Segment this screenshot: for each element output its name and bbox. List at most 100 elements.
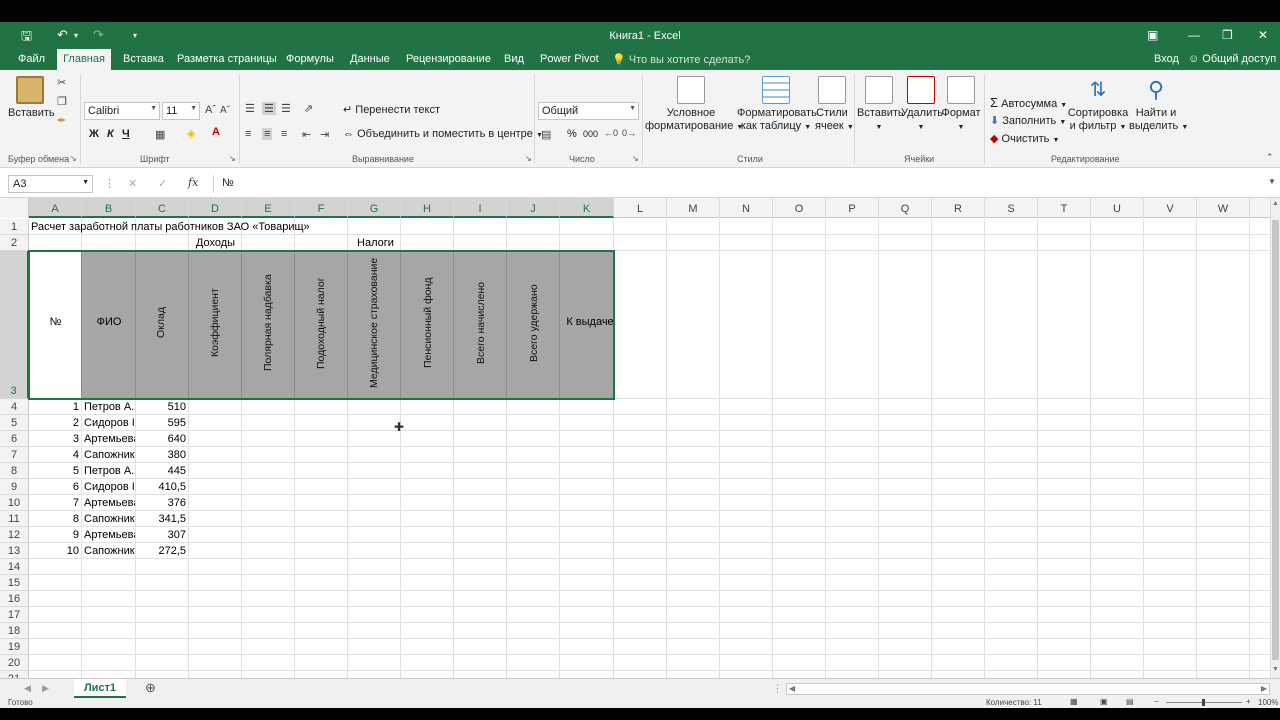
salary-cell[interactable]: 376 bbox=[136, 495, 189, 511]
row-header[interactable]: 11 bbox=[0, 511, 29, 527]
fio-cell[interactable]: Петров А. bbox=[84, 399, 135, 415]
name-box[interactable]: A3 ▼ bbox=[8, 175, 93, 193]
column-header[interactable]: C bbox=[136, 198, 189, 218]
clear-button[interactable]: ◆ Очистить ▼ bbox=[990, 132, 1059, 145]
bold-button[interactable]: Ж bbox=[89, 128, 99, 140]
normal-view-icon[interactable]: ▦ bbox=[1070, 697, 1078, 706]
column-header[interactable]: M bbox=[667, 198, 720, 218]
column-header[interactable]: H bbox=[401, 198, 454, 218]
paste-button[interactable]: Вставить bbox=[8, 76, 55, 120]
font-size-select[interactable]: 11 ▼ bbox=[162, 102, 200, 120]
column-header[interactable]: L bbox=[614, 198, 667, 218]
clipboard-launcher-icon[interactable]: ↘ bbox=[70, 154, 77, 163]
column-header[interactable]: O bbox=[773, 198, 826, 218]
fio-cell[interactable]: Сидоров I bbox=[84, 415, 135, 431]
format-as-table-button[interactable]: Форматировать как таблицу ▼ bbox=[737, 76, 817, 134]
italic-button[interactable]: К bbox=[107, 128, 114, 140]
num-cell[interactable]: 3 bbox=[29, 431, 82, 447]
scroll-thumb[interactable] bbox=[1272, 220, 1279, 660]
prev-sheet-icon[interactable]: ◀ bbox=[24, 683, 31, 694]
ribbon-display-icon[interactable]: ▣ bbox=[1147, 28, 1158, 42]
insert-function-button[interactable]: fx bbox=[188, 176, 198, 189]
column-header[interactable]: F bbox=[295, 198, 348, 218]
increase-font-icon[interactable]: Aˆ bbox=[205, 104, 216, 116]
fio-cell[interactable]: Артемьева bbox=[84, 527, 135, 543]
align-bottom-icon[interactable]: ☰ bbox=[281, 102, 291, 115]
expand-formula-icon[interactable]: ▼ bbox=[1268, 177, 1276, 186]
align-top-icon[interactable]: ☰ bbox=[245, 102, 255, 115]
row-header[interactable]: 7 bbox=[0, 447, 29, 463]
row-header[interactable]: 4 bbox=[0, 399, 29, 415]
tab-insert[interactable]: Вставка bbox=[123, 53, 164, 65]
sheet-title-cell[interactable]: Расчет заработной платы работников ЗАО «… bbox=[31, 219, 310, 235]
column-header[interactable]: R bbox=[932, 198, 985, 218]
column-header[interactable]: N bbox=[720, 198, 773, 218]
maximize-icon[interactable]: ❐ bbox=[1222, 28, 1233, 42]
row-header[interactable]: 3 bbox=[0, 251, 29, 399]
conditional-formatting-button[interactable]: Условное форматирование ▼ bbox=[645, 76, 743, 134]
page-break-icon[interactable]: ▤ bbox=[1126, 697, 1134, 706]
row-header[interactable]: 15 bbox=[0, 575, 29, 591]
percent-button[interactable]: % bbox=[567, 128, 577, 140]
zoom-level[interactable]: 100% bbox=[1258, 698, 1278, 707]
page-layout-icon[interactable]: ▣ bbox=[1100, 697, 1108, 706]
row-header[interactable]: 16 bbox=[0, 591, 29, 607]
fill-button[interactable]: ⬇ Заполнить ▼ bbox=[990, 114, 1066, 127]
row-header[interactable]: 2 bbox=[0, 235, 29, 251]
fio-cell[interactable]: Сапожник bbox=[84, 543, 135, 559]
num-cell[interactable]: 9 bbox=[29, 527, 82, 543]
column-header[interactable]: S bbox=[985, 198, 1038, 218]
column-header[interactable]: E bbox=[242, 198, 295, 218]
num-cell[interactable]: 1 bbox=[29, 399, 82, 415]
insert-cells-button[interactable]: Вставить ▼ bbox=[857, 76, 904, 134]
scroll-down-icon[interactable]: ▼ bbox=[1272, 666, 1279, 673]
tab-formulas[interactable]: Формулы bbox=[286, 53, 334, 65]
collapse-ribbon-icon[interactable]: ⌃ bbox=[1266, 152, 1274, 163]
column-header[interactable]: D bbox=[189, 198, 242, 218]
row-header[interactable]: 12 bbox=[0, 527, 29, 543]
decrease-indent-icon[interactable]: ⇤ bbox=[302, 128, 311, 141]
minimize-icon[interactable]: — bbox=[1188, 28, 1200, 42]
share-button[interactable]: ☺ Общий доступ bbox=[1188, 53, 1276, 65]
zoom-out-icon[interactable]: − bbox=[1154, 697, 1159, 706]
row-header[interactable]: 14 bbox=[0, 559, 29, 575]
tab-file[interactable]: Файл bbox=[18, 53, 45, 65]
formula-input[interactable]: № bbox=[213, 175, 1273, 193]
tab-power-pivot[interactable]: Power Pivot bbox=[540, 53, 599, 65]
tell-me-search[interactable]: 💡 Что вы хотите сделать? bbox=[612, 53, 750, 66]
fill-color-icon[interactable]: ◈ bbox=[187, 127, 195, 140]
increase-indent-icon[interactable]: ⇥ bbox=[320, 128, 329, 141]
align-center-icon[interactable]: ≡ bbox=[262, 128, 273, 140]
fio-cell[interactable]: Сидоров I bbox=[84, 479, 135, 495]
column-header[interactable]: W bbox=[1197, 198, 1250, 218]
copy-icon[interactable]: ❐ bbox=[57, 95, 67, 108]
close-icon[interactable]: ✕ bbox=[1258, 28, 1268, 42]
format-painter-icon[interactable]: ✒ bbox=[57, 114, 66, 127]
tab-view[interactable]: Вид bbox=[504, 53, 524, 65]
add-sheet-icon[interactable]: ⊕ bbox=[145, 680, 156, 696]
sheet-tab-1[interactable]: Лист1 bbox=[74, 679, 126, 698]
salary-cell[interactable]: 510 bbox=[136, 399, 189, 415]
scroll-left-icon[interactable]: ◀ bbox=[789, 684, 795, 693]
align-right-icon[interactable]: ≡ bbox=[281, 128, 287, 140]
salary-cell[interactable]: 445 bbox=[136, 463, 189, 479]
row-header[interactable]: 13 bbox=[0, 543, 29, 559]
num-cell[interactable]: 6 bbox=[29, 479, 82, 495]
next-sheet-icon[interactable]: ▶ bbox=[42, 683, 49, 694]
column-header[interactable]: P bbox=[826, 198, 879, 218]
delete-cells-button[interactable]: Удалить ▼ bbox=[901, 76, 943, 134]
num-cell[interactable]: 8 bbox=[29, 511, 82, 527]
horizontal-scrollbar[interactable]: ◀ ▶ bbox=[786, 683, 1270, 695]
num-cell[interactable]: 7 bbox=[29, 495, 82, 511]
fio-cell[interactable]: Петров А. bbox=[84, 463, 135, 479]
num-cell[interactable]: 4 bbox=[29, 447, 82, 463]
wrap-text-button[interactable]: ↵ Перенести текст bbox=[343, 103, 440, 116]
align-left-icon[interactable]: ≡ bbox=[245, 128, 251, 140]
decrease-decimal-icon[interactable]: 0→ bbox=[622, 128, 636, 138]
column-header[interactable]: T bbox=[1038, 198, 1091, 218]
currency-icon[interactable]: ▤ bbox=[541, 128, 551, 141]
font-color-icon[interactable]: A bbox=[212, 126, 220, 138]
salary-cell[interactable]: 307 bbox=[136, 527, 189, 543]
worksheet-grid[interactable]: ABCDEFGHIJKLMNOPQRSTUVW 1 2 3 4 5 6 7 8 9 10 11 12 1… bbox=[0, 198, 1270, 678]
select-all-button[interactable] bbox=[0, 198, 29, 218]
